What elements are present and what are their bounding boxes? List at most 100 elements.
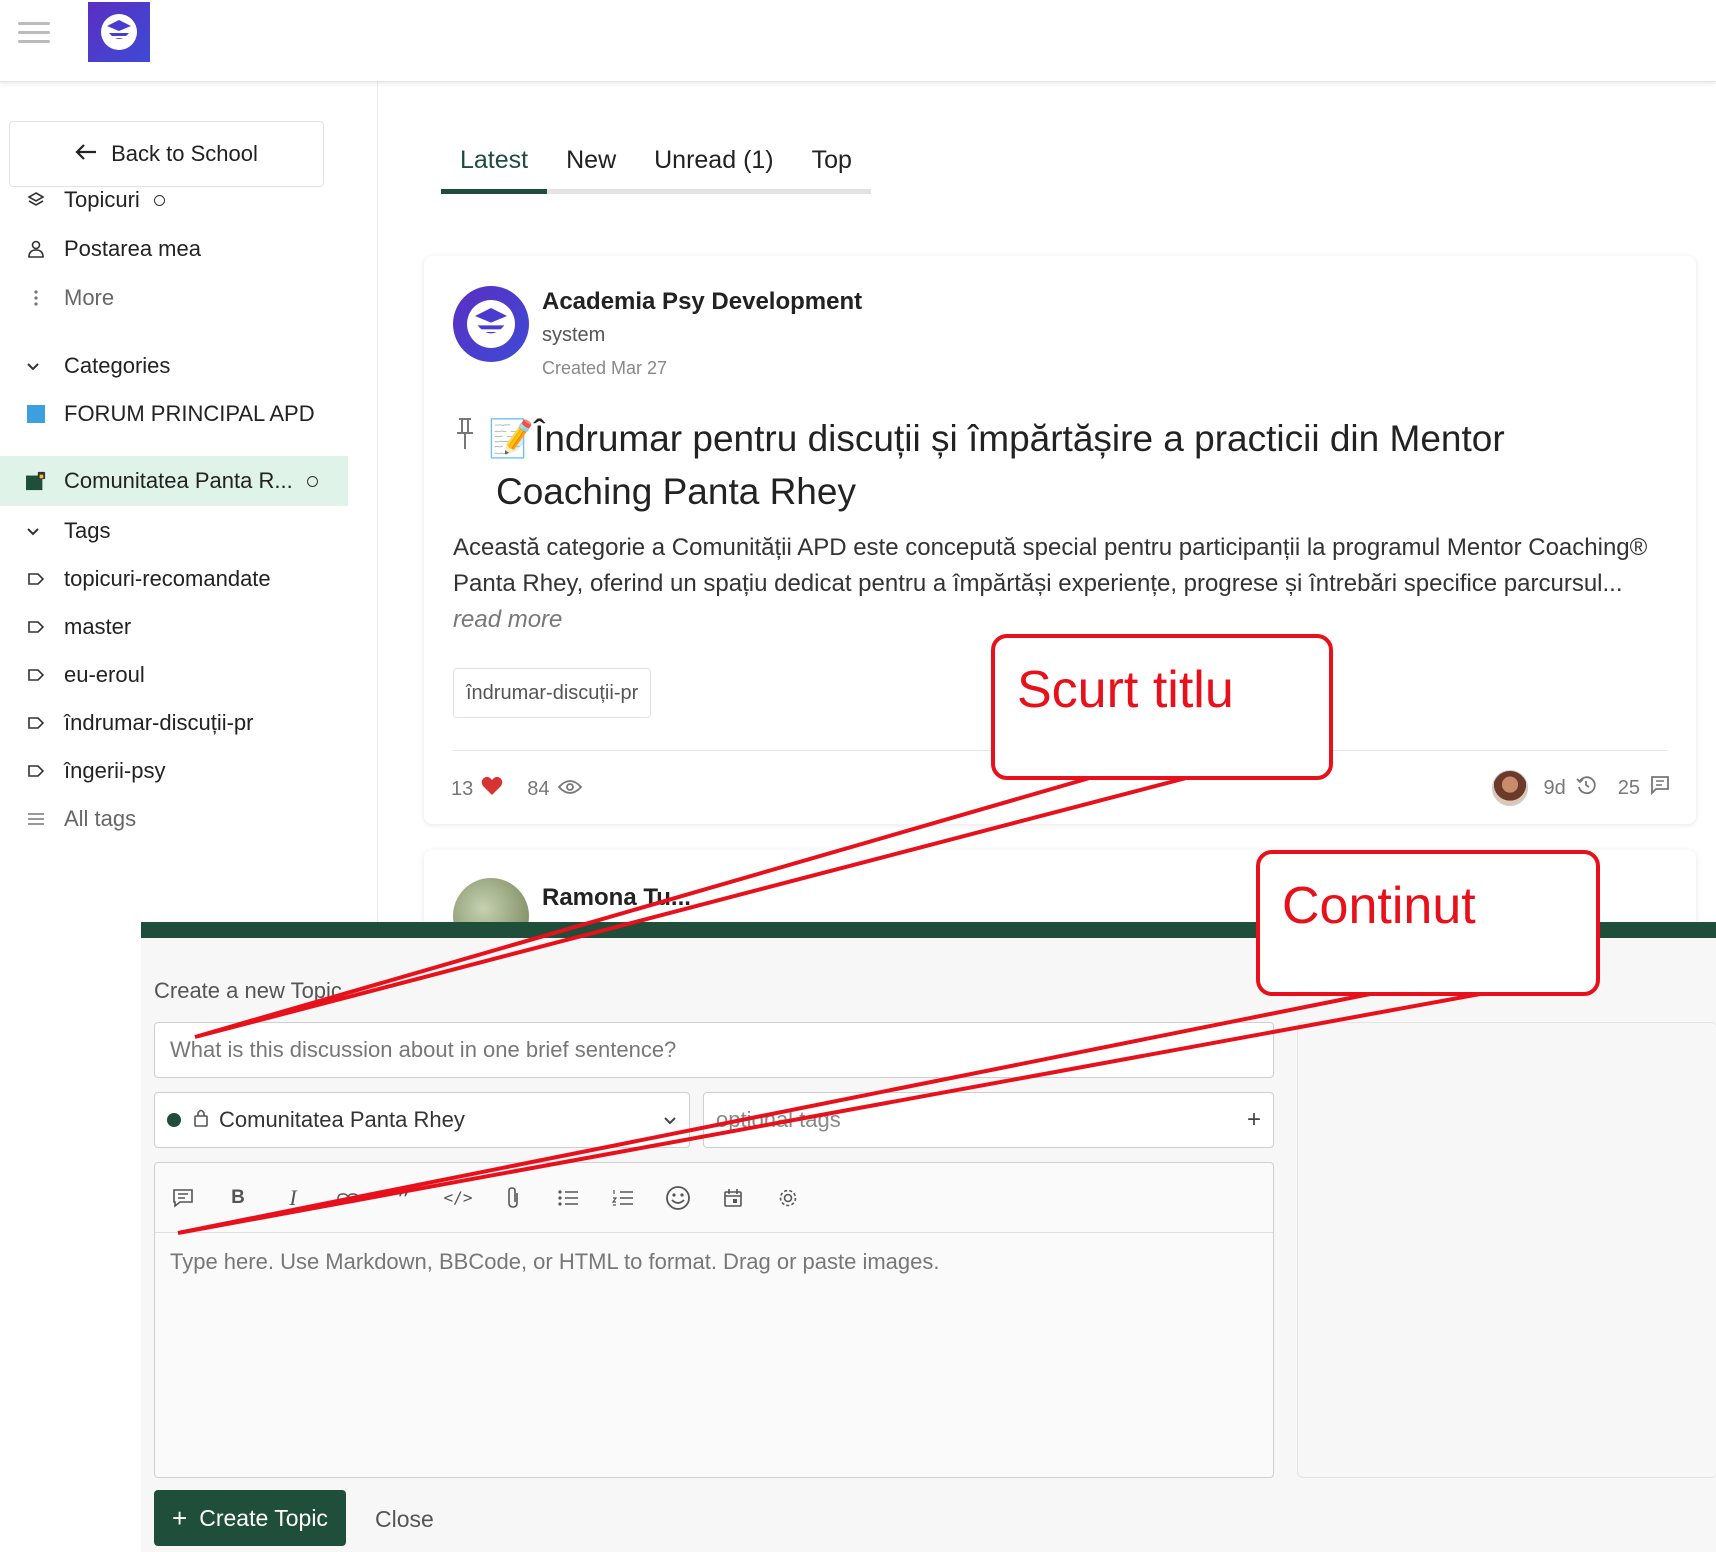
topic-title[interactable]: 📝Îndrumar pentru discuții și împărtășire… xyxy=(454,414,1634,517)
tag-icon xyxy=(26,761,46,781)
sidebar-item-label: eu-eroul xyxy=(64,662,145,687)
tag-icon xyxy=(26,713,46,733)
replies-count[interactable]: 25 xyxy=(1618,777,1640,800)
topic-title-line1: 📝Îndrumar pentru discuții și împărtășire… xyxy=(488,418,1505,459)
read-more-link[interactable]: read more xyxy=(453,606,562,633)
topic-author-username: system xyxy=(542,324,606,346)
categories-heading: Categories xyxy=(64,353,171,378)
sidebar-item-label: Postarea mea xyxy=(64,236,201,261)
topic-tag[interactable]: îndrumar-discuții-pr xyxy=(453,668,652,718)
sidebar-tag-item[interactable]: topicuri-recomandate xyxy=(0,557,348,601)
close-button[interactable]: Close xyxy=(375,1506,434,1533)
tags-placeholder: optional tags xyxy=(716,1107,841,1132)
tab-latest[interactable]: Latest xyxy=(441,140,548,194)
sidebar-tag-item[interactable]: master xyxy=(0,605,348,649)
category-select[interactable]: Comunitatea Panta Rhey xyxy=(154,1092,690,1148)
gear-icon[interactable] xyxy=(774,1184,802,1212)
preview-pane xyxy=(1297,1022,1716,1478)
sidebar-item-postarea-mea[interactable]: Postarea mea xyxy=(0,227,348,271)
title-placeholder: What is this discussion about in one bri… xyxy=(170,1037,677,1062)
sidebar-item-label: All tags xyxy=(64,806,137,831)
annotation-callout-title: Scurt titlu xyxy=(991,634,1333,780)
topic-excerpt-text: Această categorie a Comunității APD este… xyxy=(453,534,1648,597)
arrow-left-icon xyxy=(75,141,97,167)
bold-icon[interactable]: B xyxy=(224,1184,252,1212)
topic-excerpt: Această categorie a Comunității APD este… xyxy=(453,530,1653,638)
quote-icon[interactable]: ❞ xyxy=(389,1184,417,1212)
comment-icon xyxy=(1650,775,1670,801)
topic-title-line2: Coaching Panta Rhey xyxy=(496,471,856,512)
sidebar-item-label: topicuri-recomandate xyxy=(64,566,271,591)
sidebar-tag-item[interactable]: eu-eroul xyxy=(0,653,348,697)
avatar[interactable] xyxy=(453,286,529,362)
tab-top[interactable]: Top xyxy=(793,140,871,189)
chevron-down-icon xyxy=(663,1110,677,1131)
topic-author[interactable]: Academia Psy Development xyxy=(542,288,862,316)
topic-author[interactable]: Ramona Tu... xyxy=(542,884,691,912)
sidebar-item-label: More xyxy=(64,285,115,310)
plus-icon: + xyxy=(172,1502,188,1533)
italic-icon[interactable]: I xyxy=(279,1184,307,1212)
activity-age[interactable]: 9d xyxy=(1544,777,1566,800)
avatar[interactable] xyxy=(1491,770,1528,806)
sidebar-item-label: Comunitatea Panta R... xyxy=(64,468,293,493)
sidebar-item-topicuri[interactable]: Topicuri xyxy=(0,178,348,222)
sidebar-tag-item[interactable]: îndrumar-discuții-pr xyxy=(0,701,348,745)
callout-text: Scurt titlu xyxy=(1017,661,1234,719)
academy-logo-icon[interactable] xyxy=(88,2,150,62)
topic-title-input[interactable]: What is this discussion about in one bri… xyxy=(154,1022,1274,1078)
code-icon[interactable]: </> xyxy=(444,1184,473,1212)
views-count: 84 xyxy=(527,777,550,800)
tags-section-toggle[interactable]: Tags xyxy=(0,509,348,553)
editor-toolbar: B I ❞ </> xyxy=(155,1163,1273,1233)
sidebar-item-more[interactable]: More xyxy=(0,276,348,320)
editor-placeholder: Type here. Use Markdown, BBCode, or HTML… xyxy=(170,1249,940,1274)
composer-heading: Create a new Topic xyxy=(154,978,342,1003)
selected-category: Comunitatea Panta Rhey xyxy=(219,1107,465,1132)
layers-icon xyxy=(26,190,46,210)
unread-indicator-icon xyxy=(306,475,318,487)
sidebar-item-comunitatea-panta[interactable]: Comunitatea Panta R... xyxy=(0,456,348,506)
annotation-callout-content: Continut xyxy=(1256,850,1600,996)
topic-activity: 9d 25 xyxy=(1491,770,1671,806)
tag-icon xyxy=(26,665,46,685)
history-icon xyxy=(1576,775,1596,801)
heart-icon[interactable] xyxy=(481,776,503,802)
tags-heading: Tags xyxy=(64,518,111,543)
chevron-down-icon xyxy=(26,356,46,377)
calendar-icon[interactable] xyxy=(719,1184,747,1212)
hamburger-icon[interactable] xyxy=(18,22,50,46)
user-icon xyxy=(26,239,46,259)
sidebar-item-forum-principal[interactable]: FORUM PRINCIPAL APD xyxy=(0,392,348,436)
lock-icon xyxy=(193,1108,209,1133)
sidebar-all-tags[interactable]: All tags xyxy=(0,797,348,841)
editor[interactable]: B I ❞ </> Type here. Use Markdown, BBCod… xyxy=(154,1162,1274,1478)
callout-text: Continut xyxy=(1282,877,1476,935)
categories-section-toggle[interactable]: Categories xyxy=(0,344,348,388)
back-to-school-label: Back to School xyxy=(111,141,258,166)
eye-icon xyxy=(557,778,582,801)
numbered-list-icon[interactable] xyxy=(609,1184,637,1212)
sidebar-item-label: Topicuri xyxy=(64,187,140,212)
sidebar-tag-item[interactable]: îngerii-psy xyxy=(0,749,348,793)
upload-icon[interactable] xyxy=(499,1184,527,1212)
chevron-down-icon xyxy=(26,521,46,542)
pin-icon xyxy=(454,417,488,467)
tab-unread[interactable]: Unread (1) xyxy=(635,140,793,189)
create-topic-button[interactable]: + Create Topic xyxy=(154,1490,346,1546)
sidebar-item-label: îngerii-psy xyxy=(64,758,166,783)
topic-stats: 13 84 xyxy=(451,776,582,802)
vertical-dots-icon xyxy=(26,288,46,308)
topic-created-date: Created Mar 27 xyxy=(542,358,668,378)
emoji-icon[interactable] xyxy=(664,1184,692,1212)
plus-icon[interactable]: + xyxy=(1247,1106,1261,1134)
composer-panel: Create a new Topic What is this discussi… xyxy=(141,922,1716,1552)
link-icon[interactable] xyxy=(334,1184,362,1212)
tag-icon xyxy=(26,617,46,637)
toggle-preview-icon[interactable] xyxy=(169,1184,197,1212)
sidebar-item-label: FORUM PRINCIPAL APD xyxy=(64,401,315,426)
tags-input[interactable]: optional tags + xyxy=(703,1092,1274,1148)
category-color-dot xyxy=(167,1113,181,1127)
bullet-list-icon[interactable] xyxy=(554,1184,582,1212)
tab-new[interactable]: New xyxy=(547,140,635,189)
